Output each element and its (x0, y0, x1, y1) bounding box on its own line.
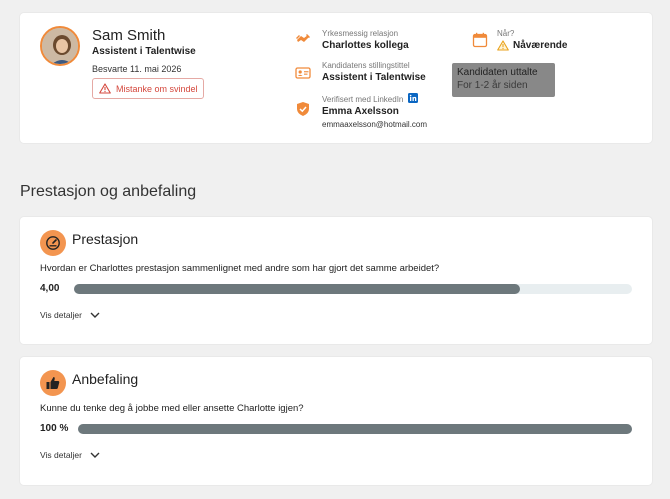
tooltip-line-1: Kandidaten uttalte (457, 67, 538, 78)
report-fraud-button[interactable]: Mistanke om svindel (92, 78, 204, 99)
linkedin-icon (407, 93, 418, 103)
performance-question: Hvordan er Charlottes prestasjon sammenl… (40, 263, 440, 274)
candidate-role: Assistent i Talentwise (92, 46, 196, 57)
thumbs-up-icon (46, 377, 60, 389)
when-label: Når? (497, 29, 515, 38)
recommendation-icon (40, 370, 66, 396)
section-title: Prestasjon og anbefaling (20, 183, 197, 200)
recommendation-bar-fill (78, 424, 632, 434)
performance-title: Prestasjon (72, 231, 139, 247)
verified-name: Emma Axelsson (322, 106, 399, 117)
recommendation-question: Kunne du tenke deg å jobbe med eller ans… (40, 403, 304, 414)
performance-icon (40, 230, 66, 256)
performance-score: 4,00 (40, 283, 60, 294)
performance-card: Prestasjon Hvordan er Charlottes prestas… (20, 217, 652, 344)
relation-value: Charlottes kollega (322, 40, 409, 51)
job-title-info: Kandidatens stillingstittel Assistent i … (322, 61, 426, 83)
chevron-down-icon (90, 452, 100, 458)
id-card-icon (295, 67, 311, 79)
when-value: Nåværende (513, 40, 568, 51)
show-details-toggle[interactable]: Vis detaljer (40, 450, 100, 460)
warning-icon[interactable] (497, 40, 509, 51)
candidate-name: Sam Smith (92, 27, 166, 44)
show-details-label: Vis detaljer (40, 450, 82, 460)
verified-label: Verifisert med LinkedIn (322, 95, 404, 104)
job-title-value: Assistent i Talentwise (322, 72, 426, 83)
recommendation-card: Anbefaling Kunne du tenke deg å jobbe me… (20, 357, 652, 485)
when-value-row: Nåværende (497, 40, 567, 51)
report-fraud-label: Mistanke om svindel (116, 83, 198, 94)
verified-shield-icon (297, 102, 309, 116)
tooltip-line-2: For 1-2 år siden (457, 80, 528, 91)
show-details-label: Vis detaljer (40, 310, 82, 320)
job-title-label: Kandidatens stillingstittel (322, 61, 410, 70)
performance-bar-track (74, 284, 632, 294)
calendar-icon (472, 32, 488, 48)
avatar-photo-icon (42, 28, 78, 64)
verified-email: emmaaxelsson@hotmail.com (322, 120, 428, 129)
relation-info: Yrkesmessig relasjon Charlottes kollega (322, 29, 409, 51)
recommendation-bar-track (78, 424, 632, 434)
answered-date: Besvarte 11. mai 2026 (92, 64, 182, 74)
avatar (40, 26, 80, 66)
recommendation-score: 100 % (40, 423, 69, 434)
timing-tooltip: Kandidaten uttalte For 1-2 år siden (452, 63, 555, 97)
chevron-down-icon (90, 312, 100, 318)
handshake-icon (296, 34, 310, 42)
gauge-icon (46, 236, 60, 250)
recommendation-title: Anbefaling (72, 371, 139, 387)
warning-icon (99, 83, 111, 94)
when-info: Når? Nåværende (497, 29, 567, 51)
verified-label-row: Verifisert med LinkedIn (322, 93, 427, 104)
show-details-toggle[interactable]: Vis detaljer (40, 310, 100, 320)
verified-info: Verifisert med LinkedIn Emma Axelsson em… (322, 93, 427, 129)
reference-summary-card: Sam Smith Assistent i Talentwise Besvart… (20, 13, 652, 143)
performance-bar-fill (74, 284, 521, 294)
relation-label: Yrkesmessig relasjon (322, 29, 399, 38)
